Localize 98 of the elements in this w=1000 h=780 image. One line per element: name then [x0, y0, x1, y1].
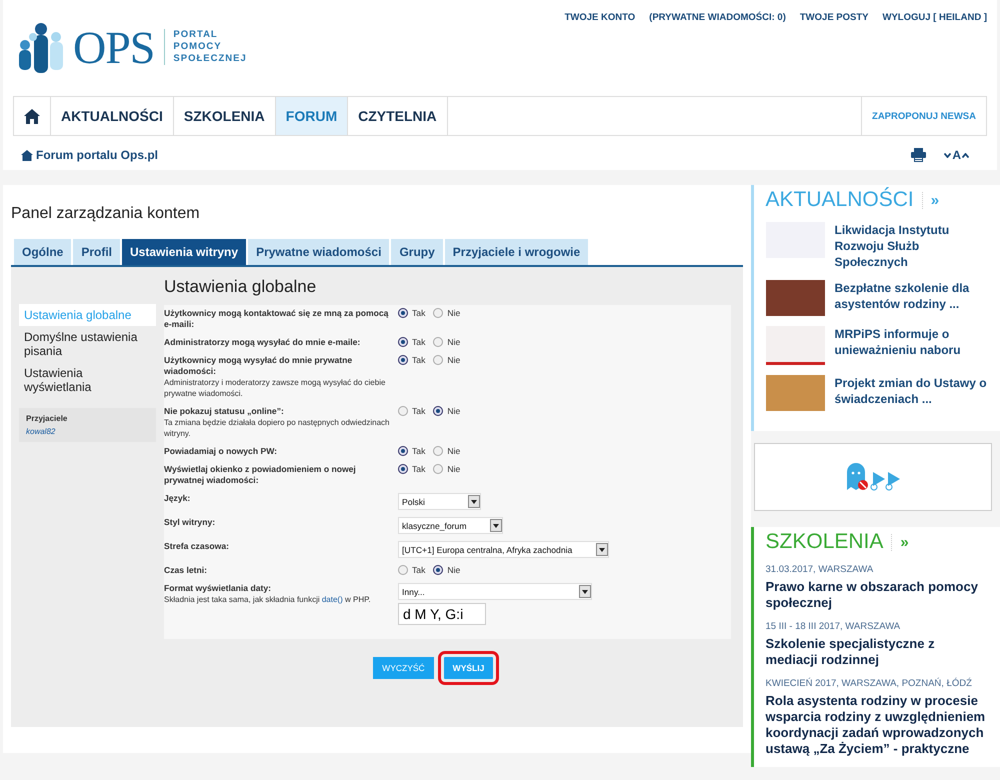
photo-placeholder	[766, 280, 825, 316]
training-link[interactable]: Rola asystenta rodziny w procesie wsparcia rodziny z uwzględnieniem koordynacji zadań wprowadzonych ustawą „Za Życiem” - praktyczne	[766, 693, 990, 757]
news-link[interactable]: Bezpłatne szkolenie dla asystentów rodziny ...	[834, 280, 990, 312]
panel-title: Panel zarządzania kontem	[11, 205, 201, 223]
setting-hint: Administratorzy i moderatorzy zawsze mogą wysyłać do ciebie prywatne wiadomości.	[164, 377, 386, 399]
setting-label: Nie pokazuj statusu „online”:	[164, 406, 285, 417]
home-icon	[24, 108, 40, 124]
function-link[interactable]: date()	[322, 595, 343, 604]
print-icon[interactable]	[911, 148, 926, 162]
dropdown-arrow-icon	[582, 590, 588, 594]
setting-label: Czas letni:	[164, 565, 208, 576]
logo-wordmark: OPS	[73, 20, 154, 74]
radio-label: Tak	[412, 565, 426, 575]
setting-label: Styl witryny:	[164, 517, 216, 528]
setting-hint: Składnia jest taka sama, jak składnia funkcji date() w PHP.	[164, 594, 372, 605]
radio-button[interactable]	[398, 406, 408, 416]
news-heading: AKTUALNOŚCI	[766, 188, 914, 212]
radio-button[interactable]	[398, 464, 408, 474]
logo-tagline: PORTAL	[173, 29, 219, 41]
radio-label: Tak	[412, 406, 426, 416]
top-link[interactable]: WYLOGUJ [ HEILAND ]	[882, 12, 987, 23]
radio-label: Nie	[447, 355, 460, 365]
setting-label: Format wyświetlania daty:	[164, 583, 272, 594]
setting-label: Powiadamiaj o nowych PW:	[164, 446, 278, 457]
tab[interactable]: Ustawienia witryny	[122, 239, 246, 265]
tab[interactable]: Ogólne	[14, 239, 72, 265]
top-link[interactable]: TWOJE KONTO	[564, 12, 636, 23]
radio-label: Tak	[412, 355, 426, 365]
breadcrumb-link[interactable]: Forum portalu Ops.pl	[21, 148, 158, 162]
top-link[interactable]: (PRYWATNE WIADOMOŚCI: 0)	[649, 12, 786, 23]
dropdown-arrow-icon	[471, 500, 477, 504]
radio-button[interactable]	[398, 337, 408, 347]
setting-label: Wyświetlaj okienko z powiadomieniem o nowej prywatnej wiadomości:	[164, 464, 357, 486]
setting-label: Użytkownicy mogą kontaktować się ze mną za pomocą e-maili:	[164, 308, 390, 330]
tab[interactable]: Prywatne wiadomości	[248, 239, 390, 265]
training-link[interactable]: Prawo karne w obszarach pomocy społecznej	[766, 579, 990, 611]
radio-button[interactable]	[433, 446, 444, 456]
tab[interactable]: Grupy	[391, 239, 443, 265]
font-size-control[interactable]: A	[944, 148, 969, 162]
radio-label: Nie	[447, 337, 460, 347]
radio-label: Nie	[447, 446, 460, 456]
dropdown[interactable]: [UTC+1] Europa centralna, Afryka zachodnia	[398, 541, 610, 558]
training-meta: 31.03.2017, WARSZAWA	[766, 564, 874, 575]
chevron-down-icon	[944, 152, 952, 158]
suggest-news-link[interactable]: ZAPROPONUJ NEWSA	[861, 97, 986, 135]
radio-button[interactable]	[433, 565, 444, 575]
friends-title: Przyjaciele	[26, 414, 68, 423]
radio-button[interactable]	[433, 464, 444, 474]
setting-label: Użytkownicy mogą wysyłać do mnie prywatne wiadomości:	[164, 355, 354, 377]
side-menu-item[interactable]: Ustawienia wyświetlania	[19, 362, 156, 398]
friend-link[interactable]: kowal82	[26, 427, 149, 436]
radio-button[interactable]	[398, 446, 408, 456]
training-meta: 15 III - 18 III 2017, WARSZAWA	[766, 621, 902, 632]
radio-button[interactable]	[398, 355, 408, 365]
news-link[interactable]: Likwidacja Instytutu Rozwoju Służb Społecznych	[834, 222, 990, 270]
dropdown-arrow-icon	[599, 548, 606, 552]
nav-item[interactable]: CZYTELNIA	[348, 97, 448, 135]
tab[interactable]: Profil	[73, 239, 120, 265]
dropdown[interactable]: Polski	[398, 493, 481, 510]
nav-item[interactable]: AKTUALNOŚCI	[51, 97, 174, 135]
radio-button[interactable]	[433, 308, 444, 318]
setting-label: Język:	[164, 493, 192, 504]
radio-label: Tak	[412, 464, 426, 474]
date-format-field[interactable]: d M Y, G:i	[398, 603, 486, 625]
setting-label: Administratorzy mogą wysyłać do mnie e-maile:	[164, 337, 362, 348]
training-link[interactable]: Szkolenie specjalistyczne z mediacji rodzinnej	[766, 636, 990, 668]
dropdown[interactable]: Inny...	[398, 583, 592, 600]
tab[interactable]: Przyjaciele i wrogowie	[444, 239, 588, 265]
radio-label: Nie	[447, 464, 460, 474]
top-link[interactable]: TWOJE POSTY	[800, 12, 868, 23]
radio-label: Tak	[412, 446, 426, 456]
radio-label: Nie	[447, 406, 460, 416]
setting-label: Strefa czasowa:	[164, 541, 230, 552]
radio-button[interactable]	[398, 565, 408, 575]
dropdown-arrow-icon	[493, 524, 500, 528]
trainings-heading: SZKOLENIA	[766, 530, 884, 554]
home-icon	[21, 150, 33, 160]
news-link[interactable]: MRPiPS informuje o unieważnieniu naboru	[834, 326, 990, 358]
chevron-up-icon	[962, 152, 969, 158]
side-menu-item[interactable]: Domyślne ustawienia pisania	[19, 326, 156, 362]
radio-button[interactable]	[398, 308, 408, 318]
training-meta: KWIECIEŃ 2017, WARSZAWA, POZNAŃ, ŁÓDŹ	[766, 678, 973, 689]
logo-tagline: POMOCY	[173, 41, 223, 53]
radio-label: Tak	[412, 337, 426, 347]
radio-button[interactable]	[433, 406, 444, 416]
radio-label: Nie	[447, 565, 460, 575]
news-link[interactable]: Projekt zmian do Ustawy o świadczeniach ...	[834, 375, 990, 407]
photo-placeholder	[766, 326, 825, 365]
radio-button[interactable]	[433, 337, 444, 347]
dropdown[interactable]: klasyczne_forum	[398, 517, 504, 534]
photo-placeholder	[766, 375, 825, 411]
radio-label: Tak	[412, 308, 426, 318]
logo-tagline: SPOŁECZNEJ	[173, 53, 247, 65]
radio-label: Nie	[447, 308, 460, 318]
setting-hint: Ta zmiana będzie działała dopiero po następnych odwiedzinach witryny.	[164, 417, 390, 439]
section-title: Ustawienia globalne	[164, 277, 318, 297]
radio-button[interactable]	[433, 355, 444, 365]
nav-item[interactable]: FORUM	[276, 97, 348, 135]
